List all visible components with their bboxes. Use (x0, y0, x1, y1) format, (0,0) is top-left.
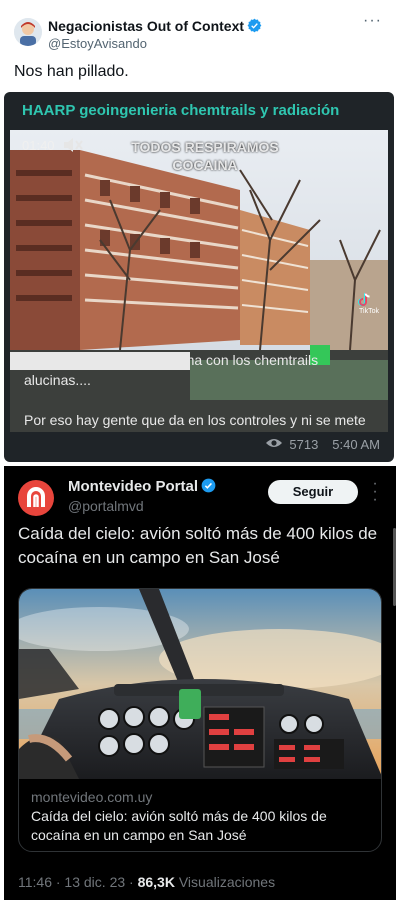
views-label: Visualizaciones (178, 874, 276, 890)
cockpit-image (19, 589, 381, 779)
quoted-tweet-text: Caída del cielo: avión soltó más de 400 … (18, 524, 378, 567)
quoted-handle[interactable]: @portalmvd (68, 498, 144, 514)
quoted-tweet-screenshot: Montevideo Portal @portalmvd Seguir · · · … (4, 466, 396, 900)
video-posted-time: 5:40 AM (332, 437, 380, 452)
avatar[interactable] (14, 18, 42, 46)
verified-badge-icon (247, 18, 262, 36)
video-caption-line-2: Por eso hay gente que da en los controle… (24, 412, 366, 428)
follow-button[interactable]: Seguir (268, 480, 358, 504)
video-meta: 5713 5:40 AM (265, 437, 380, 452)
verified-badge-icon (201, 478, 216, 497)
video-overlay-text: TODOS RESPIRAMOS COCAINA (131, 139, 279, 173)
link-card[interactable]: montevideo.com.uy Caída del cielo: avión… (18, 588, 382, 852)
eye-icon (265, 437, 283, 452)
quoted-display-name-text[interactable]: Montevideo Portal (68, 478, 198, 495)
video-title: HAARP geoingenieria chemtrails y radiaci… (22, 102, 340, 119)
display-name-text[interactable]: Negacionistas Out of Context (48, 18, 244, 34)
display-name[interactable]: Negacionistas Out of Context (48, 18, 262, 36)
tweet-text: Nos han pillado. (14, 63, 129, 80)
scrollbar-thumb[interactable] (393, 528, 396, 606)
more-horizontal-icon[interactable]: ··· (363, 12, 382, 30)
montevideo-portal-logo-icon[interactable] (18, 480, 54, 516)
video-screenshot[interactable]: HAARP geoingenieria chemtrails y radiaci… (4, 92, 394, 462)
video-timestamp: 01:40 (22, 138, 55, 153)
more-vertical-icon[interactable]: · · · (372, 476, 378, 508)
video-views: 5713 (289, 437, 319, 452)
tiktok-label: TikTok (359, 308, 379, 315)
quoted-meta: 11:46 · 13 dic. 23 · 86,3K Visualizacion… (18, 874, 275, 890)
quoted-timestamp[interactable]: 11:46 · 13 dic. 23 · (18, 874, 134, 890)
card-title: Caída del cielo: avión soltó más de 400 … (31, 808, 327, 843)
tweet-header: Negacionistas Out of Context @EstoyAvisa… (14, 12, 386, 58)
video-caption-line-1: Están FUMIGANDO cocaína con los chemtrai… (24, 352, 319, 388)
mute-icon[interactable] (62, 136, 84, 154)
quoted-display-name[interactable]: Montevideo Portal (68, 478, 216, 497)
views-count: 86,3K (137, 874, 175, 890)
handle[interactable]: @EstoyAvisando (48, 36, 147, 51)
card-domain: montevideo.com.uy (31, 789, 153, 805)
tiktok-logo-icon: TikTok (356, 292, 382, 315)
